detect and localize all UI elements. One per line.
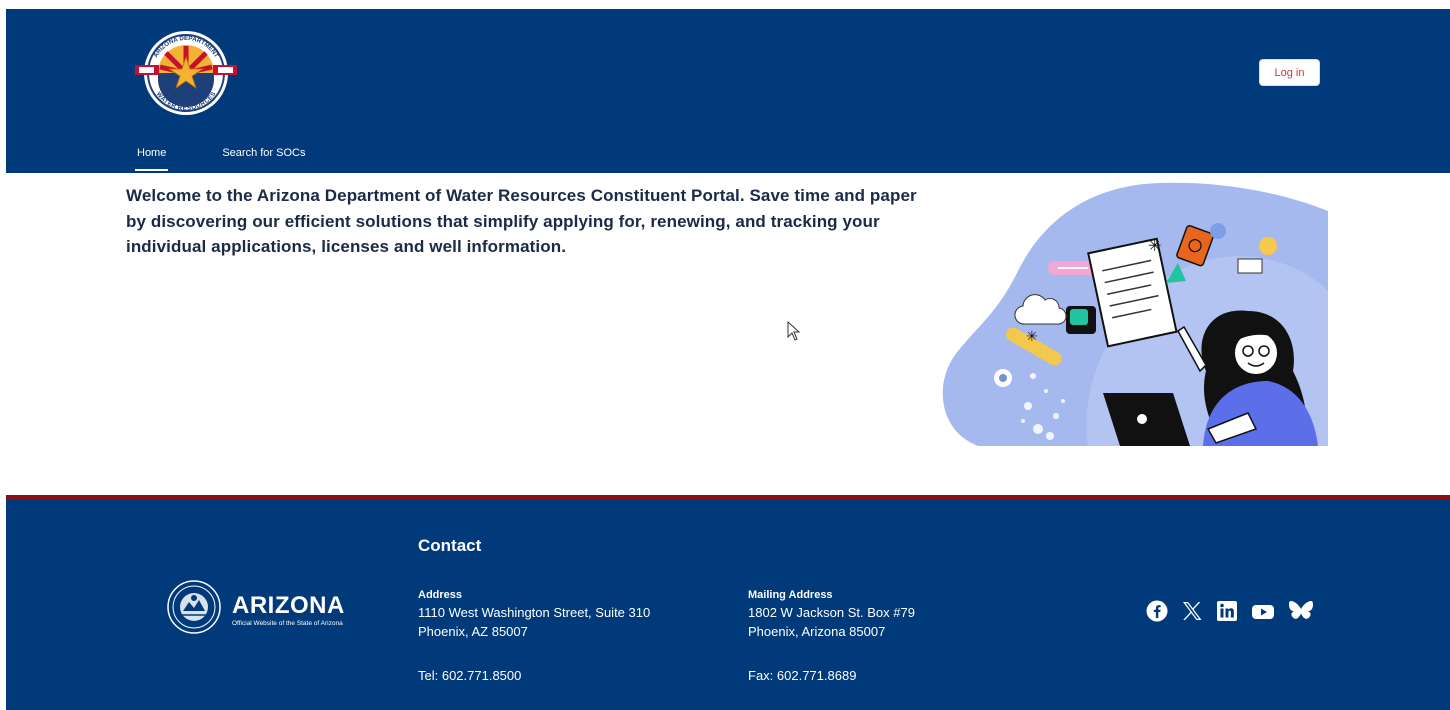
svg-text:✳: ✳ <box>1148 236 1161 255</box>
mailing-line1: 1802 W Jackson St. Box #79 <box>748 605 915 620</box>
telephone: Tel: 602.771.8500 <box>418 668 522 683</box>
arizona-tagline: Official Website of the State of Arizona <box>232 620 343 627</box>
mouse-cursor-icon <box>787 321 801 341</box>
login-button[interactable]: Log in <box>1259 59 1320 86</box>
main-nav: Home Search for SOCs <box>128 141 314 173</box>
arizona-state-seal[interactable] <box>167 580 221 634</box>
hero-illustration: ✳ ✳ <box>942 182 1328 446</box>
bluesky-icon[interactable] <box>1288 600 1314 622</box>
address-block: Address 1110 West Washington Street, Sui… <box>418 588 650 641</box>
mailing-line2: Phoenix, Arizona 85007 <box>748 624 886 639</box>
address-heading: Address <box>418 589 463 601</box>
x-icon[interactable] <box>1181 600 1203 622</box>
site-footer: ARIZONA Official Website of the State of… <box>6 495 1450 710</box>
facebook-icon[interactable] <box>1146 600 1168 622</box>
nav-item-search-socs[interactable]: Search for SOCs <box>213 141 314 171</box>
fax: Fax: 602.771.8689 <box>748 668 857 683</box>
adwr-logo[interactable]: ARIZONA DEPARTMENT WATER RESOURCES <box>133 29 239 117</box>
mailing-heading: Mailing Address <box>748 589 833 601</box>
arizona-wordmark[interactable]: ARIZONA <box>232 592 345 620</box>
welcome-text: Welcome to the Arizona Department of Wat… <box>126 186 917 256</box>
youtube-icon[interactable] <box>1251 600 1275 622</box>
mailing-address-block: Mailing Address 1802 W Jackson St. Box #… <box>748 588 915 641</box>
svg-text:✳: ✳ <box>1026 329 1038 345</box>
page: ARIZONA DEPARTMENT WATER RESOURCES Log i… <box>6 9 1450 710</box>
site-header: ARIZONA DEPARTMENT WATER RESOURCES Log i… <box>6 9 1450 173</box>
contact-title: Contact <box>418 536 482 555</box>
address-line1: 1110 West Washington Street, Suite 310 <box>418 605 651 620</box>
address-line2: Phoenix, AZ 85007 <box>418 624 528 639</box>
nav-item-home[interactable]: Home <box>128 141 175 171</box>
linkedin-icon[interactable] <box>1216 600 1238 622</box>
social-links <box>1146 600 1327 622</box>
